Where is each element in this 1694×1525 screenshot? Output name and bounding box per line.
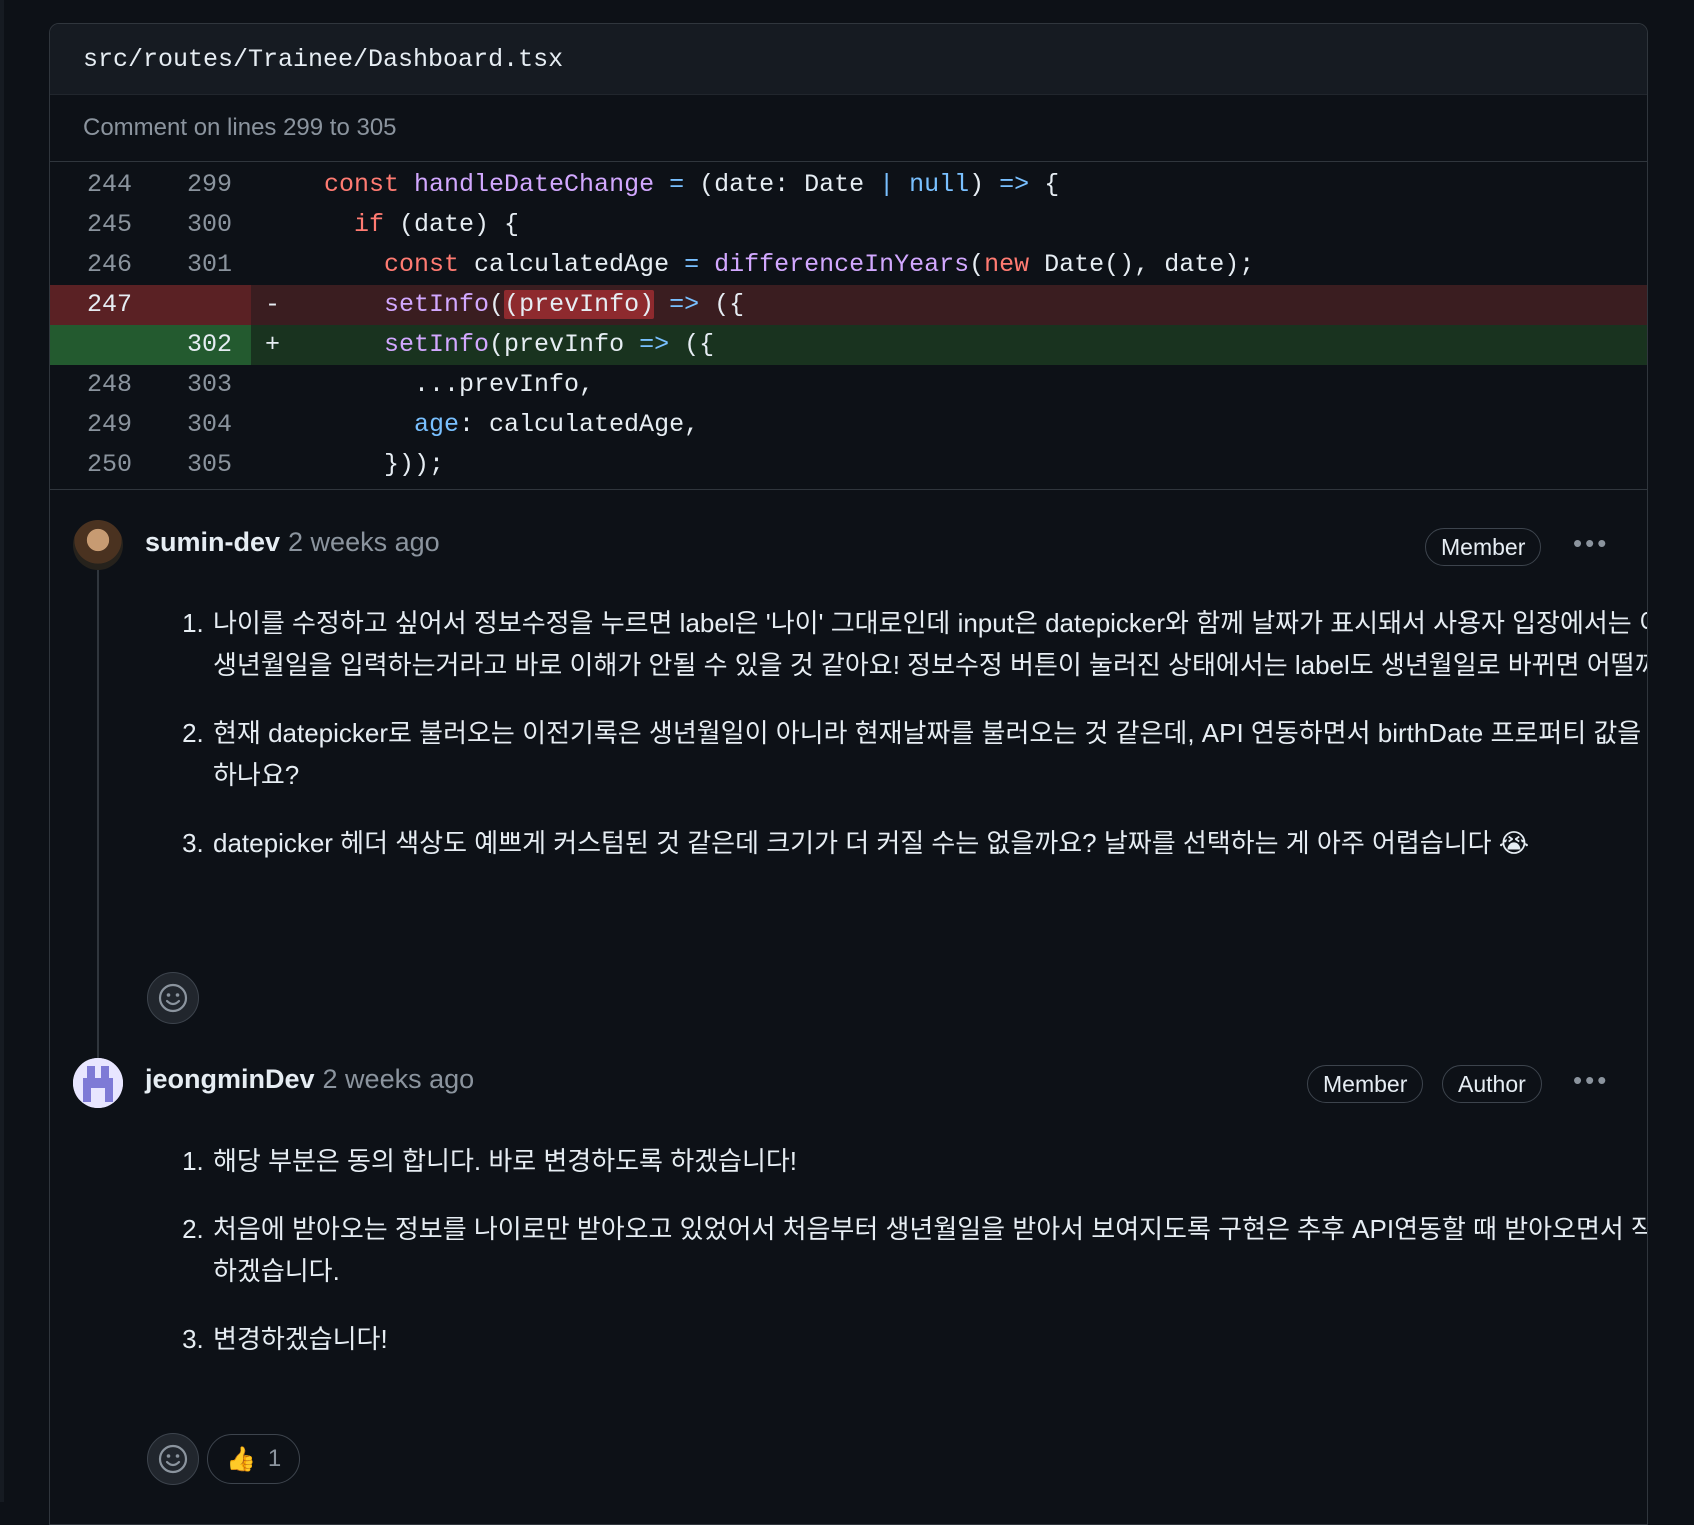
- diff-row: 244 299 const handleDateChange = (date: …: [50, 165, 1647, 205]
- new-line-number[interactable]: 300: [187, 205, 267, 245]
- thumbs-up-icon: 👍: [226, 1445, 256, 1473]
- author-badge: Author: [1442, 1065, 1542, 1103]
- comment-thread: sumin-dev 2 weeks ago Member ••• 나이를 수정하…: [50, 490, 1647, 1524]
- code-line: if (date) {: [354, 210, 520, 239]
- new-line-number[interactable]: 303: [187, 365, 267, 405]
- diff-row: 248 303 ...prevInfo,: [50, 365, 1647, 405]
- list-item: 해당 부분은 동의 합니다. 바로 변경하도록 하겠습니다!: [211, 1140, 1647, 1182]
- more-options-icon[interactable]: •••: [1573, 528, 1609, 559]
- add-reaction-button[interactable]: [147, 972, 199, 1024]
- old-line-number[interactable]: 249: [87, 405, 167, 445]
- code-line: const handleDateChange = (date: Date | n…: [324, 170, 1060, 199]
- new-line-number[interactable]: 301: [187, 245, 267, 285]
- list-item: 현재 datepicker로 불러오는 이전기록은 생년월일이 아니라 현재날짜…: [211, 712, 1647, 796]
- add-reaction-button[interactable]: [147, 1433, 199, 1485]
- comment-header: jeongminDev 2 weeks ago: [145, 1064, 474, 1095]
- thread-connector-line: [97, 530, 99, 1070]
- member-badge: Member: [1425, 528, 1542, 566]
- member-badge: Member: [1307, 1065, 1424, 1103]
- window-edge: [0, 0, 4, 1502]
- comment-line-range: Comment on lines 299 to 305: [50, 95, 1647, 162]
- new-line-number[interactable]: 304: [187, 405, 267, 445]
- timestamp-link[interactable]: 2 weeks ago: [323, 1064, 475, 1095]
- list-item: 처음에 받아오는 정보를 나이로만 받아오고 있었어서 처음부터 생년월일을 받…: [211, 1208, 1647, 1292]
- old-line-number[interactable]: 248: [87, 365, 167, 405]
- new-line-number[interactable]: 299: [187, 165, 267, 205]
- reaction-count: 1: [267, 1445, 282, 1472]
- old-line-number[interactable]: 245: [87, 205, 167, 245]
- code-line: const calculatedAge = differenceInYears(…: [384, 250, 1255, 279]
- list-item: 나이를 수정하고 싶어서 정보수정을 누르면 label은 '나이' 그대로인데…: [211, 602, 1647, 686]
- diff-row-added: 302 + setInfo(prevInfo => ({: [50, 325, 1647, 365]
- list-item: 변경하겠습니다!: [211, 1318, 1647, 1360]
- identicon-icon: [73, 1058, 123, 1108]
- avatar[interactable]: [73, 1058, 123, 1108]
- code-line: setInfo((prevInfo) => ({: [384, 290, 745, 319]
- thumbs-up-reaction-button[interactable]: 👍 1: [207, 1434, 301, 1484]
- avatar[interactable]: [73, 520, 123, 570]
- smiley-icon: [158, 1444, 188, 1474]
- review-thread-panel: src/routes/Trainee/Dashboard.tsx Comment…: [49, 23, 1648, 1525]
- deletion-marker: -: [265, 290, 281, 319]
- smiley-icon: [158, 983, 188, 1013]
- timestamp-link[interactable]: 2 weeks ago: [288, 527, 440, 558]
- diff-row: 249 304 age: calculatedAge,: [50, 405, 1647, 445]
- file-path-header[interactable]: src/routes/Trainee/Dashboard.tsx: [50, 24, 1647, 95]
- comment-body: 해당 부분은 동의 합니다. 바로 변경하도록 하겠습니다! 처음에 받아오는 …: [175, 1140, 1647, 1386]
- author-link[interactable]: jeongminDev: [145, 1064, 315, 1095]
- new-line-number[interactable]: 302: [187, 325, 267, 365]
- code-line: }));: [384, 450, 445, 479]
- code-line: setInfo(prevInfo => ({: [384, 330, 715, 359]
- comment-header: sumin-dev 2 weeks ago: [145, 527, 440, 558]
- author-link[interactable]: sumin-dev: [145, 527, 280, 558]
- diff-row: 250 305 }));: [50, 445, 1647, 485]
- code-line: ...prevInfo,: [414, 370, 595, 399]
- old-line-number[interactable]: 246: [87, 245, 167, 285]
- old-line-number[interactable]: 250: [87, 445, 167, 485]
- code-line: age: calculatedAge,: [414, 410, 700, 439]
- more-options-icon[interactable]: •••: [1573, 1065, 1609, 1096]
- new-line-number[interactable]: 305: [187, 445, 267, 485]
- old-line-number[interactable]: 244: [87, 165, 167, 205]
- diff-table: 244 299 const handleDateChange = (date: …: [50, 162, 1647, 490]
- comment-line-range-text: Comment on lines 299 to 305: [83, 114, 397, 141]
- diff-row: 246 301 const calculatedAge = difference…: [50, 245, 1647, 285]
- old-line-number[interactable]: 247: [87, 285, 167, 325]
- comment-body: 나이를 수정하고 싶어서 정보수정을 누르면 label은 '나이' 그대로인데…: [175, 602, 1647, 890]
- diff-row-deleted: 247 - setInfo((prevInfo) => ({: [50, 285, 1647, 325]
- addition-marker: +: [265, 330, 281, 359]
- file-path[interactable]: src/routes/Trainee/Dashboard.tsx: [83, 45, 563, 74]
- diff-row: 245 300 if (date) {: [50, 205, 1647, 245]
- list-item: datepicker 헤더 색상도 예쁘게 커스텀된 것 같은데 크기가 더 커…: [211, 822, 1647, 864]
